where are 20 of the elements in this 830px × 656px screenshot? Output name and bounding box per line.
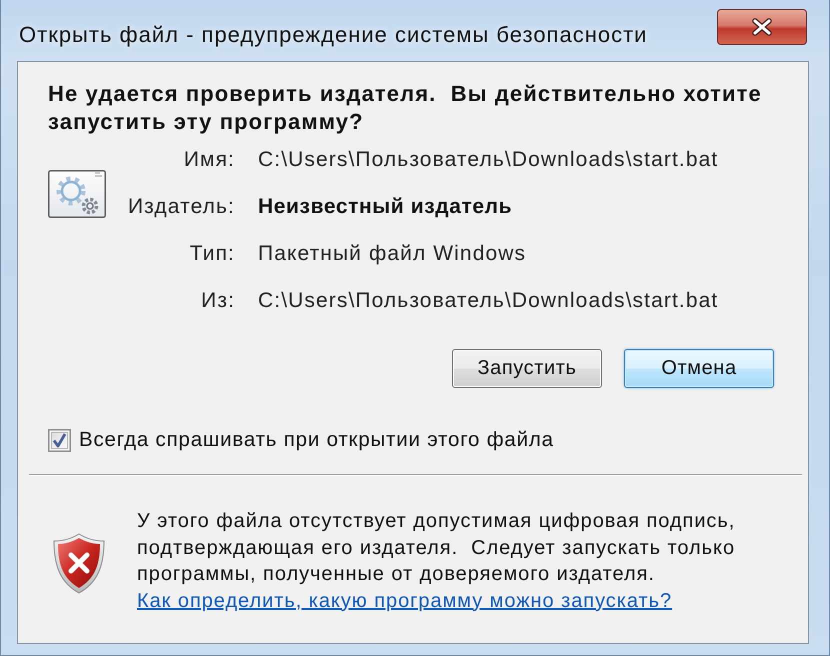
field-label: Издатель: <box>128 194 235 218</box>
shield-x-icon <box>53 532 105 594</box>
field-value: C:\Users\Пользователь\Downloads\start.bat <box>258 288 718 312</box>
field-value: Пакетный файл Windows <box>258 242 526 266</box>
heading: Не удается проверить издателя. Вы действительно хотите запустить эту программу? <box>48 80 763 136</box>
dialog-button[interactable]: Отмена <box>624 349 774 388</box>
field-value: Неизвестный издатель <box>258 194 512 218</box>
close-icon <box>751 18 773 36</box>
dialog-button[interactable]: Запустить <box>452 349 602 388</box>
gears-icon <box>48 170 106 218</box>
warning-text: У этого файла отсутствует допустимая цифровая подпись, подтверждающая его издателя. Следует запускать только программы, полученные от доверяемого издателя. Как определить, какую программу можно запускать? <box>137 509 736 614</box>
help-link[interactable]: Как определить, какую программу можно запускать? <box>137 590 672 612</box>
field-value: C:\Users\Пользователь\Downloads\start.bat <box>258 148 718 172</box>
checkbox-label[interactable]: Всегда спрашивать при открытии этого файла <box>79 428 554 452</box>
field-label: Имя: <box>184 148 235 172</box>
field-label: Из: <box>201 288 235 312</box>
window-title: Открыть файл - предупреждение системы безопасности <box>19 22 648 48</box>
close-button[interactable] <box>717 9 807 45</box>
field-label: Тип: <box>190 242 235 266</box>
checkbox[interactable] <box>48 428 71 452</box>
